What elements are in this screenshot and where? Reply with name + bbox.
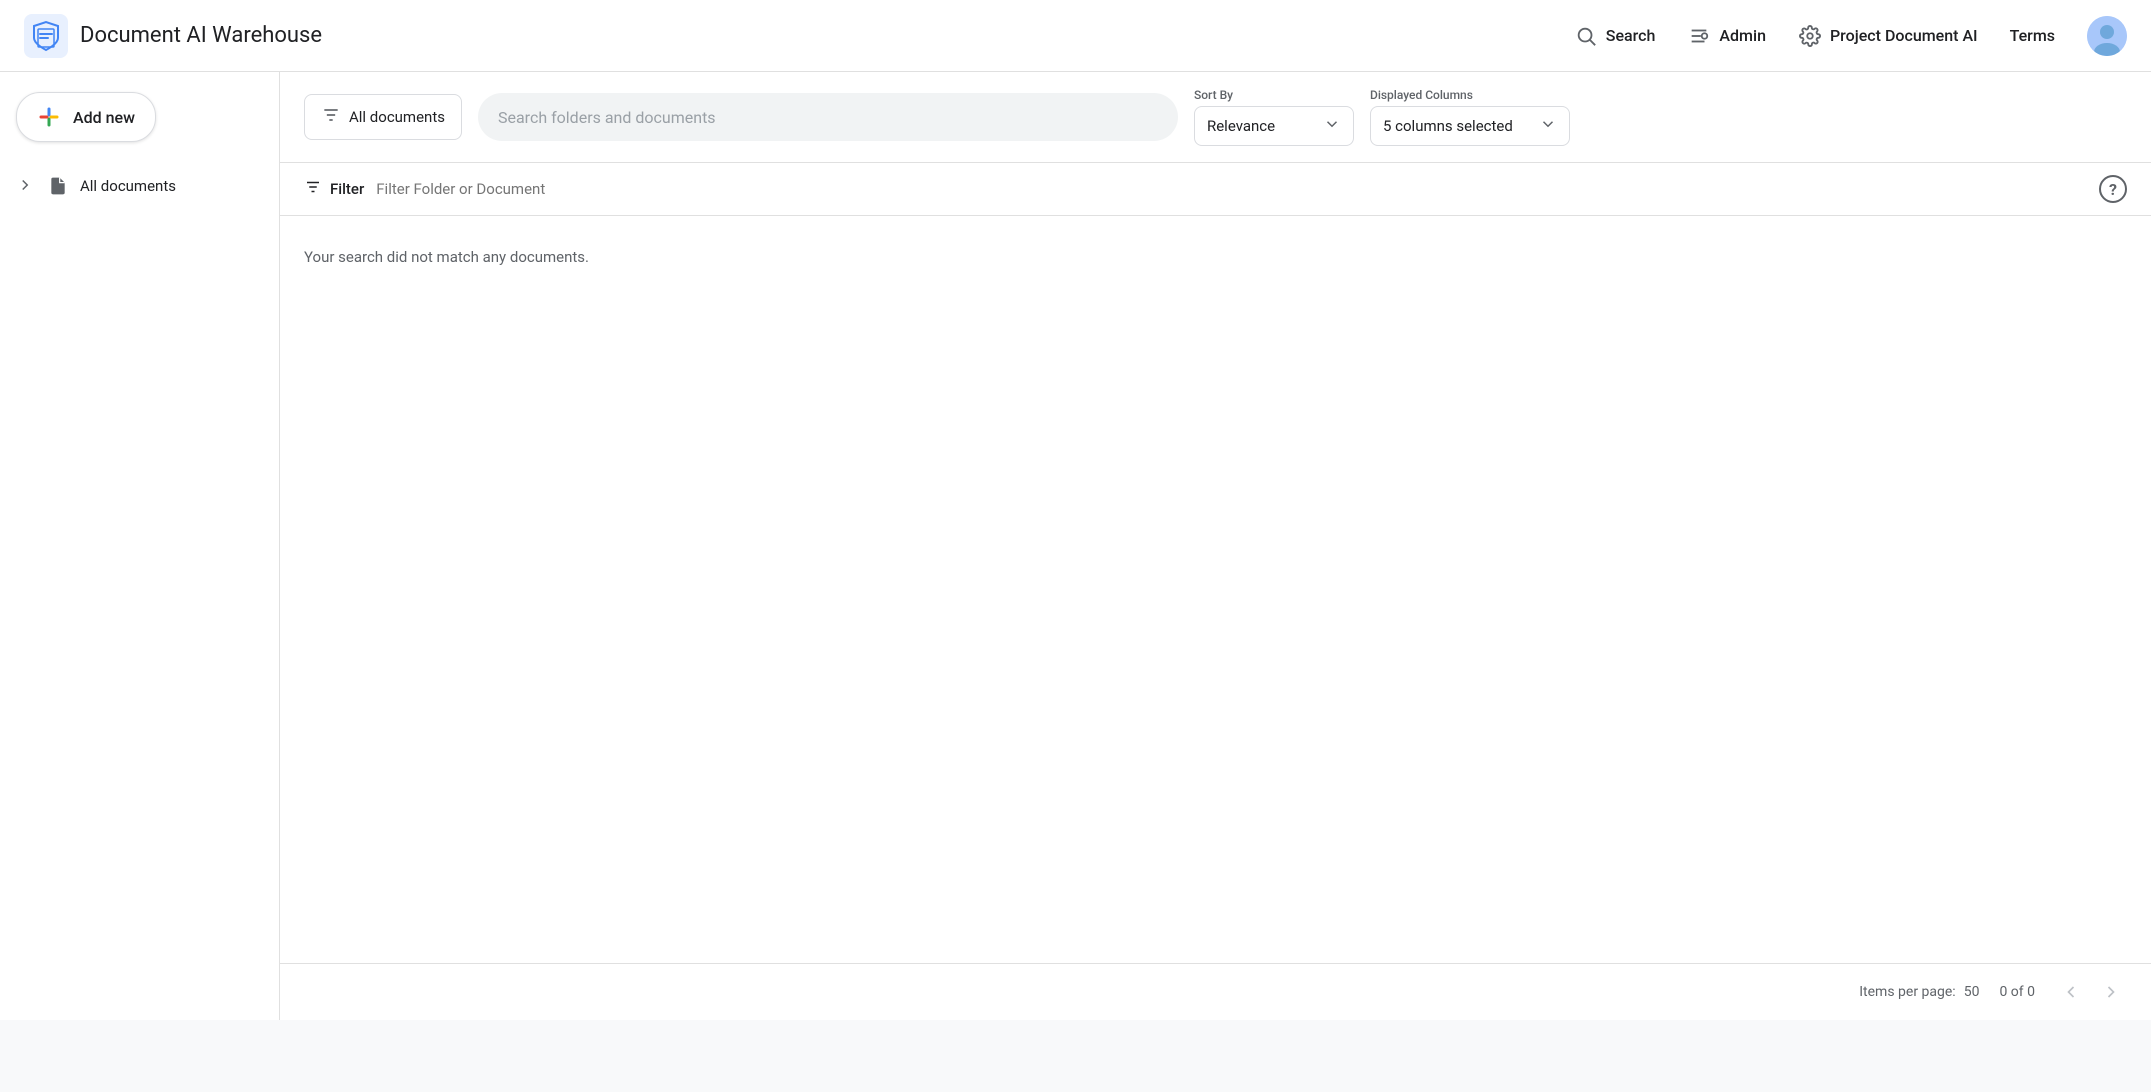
items-per-page-label: Items per page: <box>1859 984 1955 1000</box>
add-new-button[interactable]: Add new <box>16 92 156 142</box>
app-logo-icon <box>24 14 68 58</box>
chevron-right-icon <box>16 176 36 196</box>
pagination-nav <box>2055 976 2127 1008</box>
add-new-label: Add new <box>73 108 135 127</box>
sidebar-all-documents-label: All documents <box>80 177 176 195</box>
top-nav: Document AI Warehouse Search Admin <box>0 0 2151 72</box>
chevron-down-icon-2 <box>1539 115 1557 137</box>
search-nav-item[interactable]: Search <box>1574 24 1656 48</box>
sort-by-value: Relevance <box>1207 117 1275 135</box>
displayed-columns-select[interactable]: 5 columns selected <box>1370 106 1570 146</box>
project-nav-label: Project Document AI <box>1830 26 1978 45</box>
avatar[interactable] <box>2087 16 2127 56</box>
admin-nav-icon <box>1687 24 1711 48</box>
empty-state: Your search did not match any documents. <box>280 216 2151 963</box>
chevron-down-icon <box>1323 115 1341 137</box>
pagination-count: 0 of 0 <box>1999 984 2035 1000</box>
settings-nav-icon <box>1798 24 1822 48</box>
sort-by-select[interactable]: Relevance <box>1194 106 1354 146</box>
app-title: Document AI Warehouse <box>80 23 322 48</box>
displayed-columns-label: Displayed Columns <box>1370 88 1570 102</box>
filter-icon <box>304 178 322 200</box>
help-icon[interactable]: ? <box>2099 175 2127 203</box>
search-input-wrapper <box>478 93 1178 141</box>
items-per-page-value: 50 <box>1964 984 1980 1000</box>
pagination-next-button[interactable] <box>2095 976 2127 1008</box>
all-documents-filter-button[interactable]: All documents <box>304 94 462 140</box>
pagination-bar: Items per page: 50 0 of 0 <box>280 963 2151 1020</box>
filter-label: Filter <box>330 180 364 198</box>
terms-nav-label: Terms <box>2010 26 2055 45</box>
search-nav-icon <box>1574 24 1598 48</box>
sidebar-item-all-documents[interactable]: All documents <box>0 166 263 206</box>
admin-nav-item[interactable]: Admin <box>1687 24 1766 48</box>
filter-list-icon <box>321 105 341 129</box>
main-content: All documents Sort By Relevance Display <box>280 72 2151 1020</box>
terms-nav-item[interactable]: Terms <box>2010 26 2055 45</box>
displayed-columns-wrapper: Displayed Columns 5 columns selected <box>1370 88 1570 146</box>
app-layout: Add new All documents <box>0 72 2151 1020</box>
search-nav-label: Search <box>1606 26 1656 45</box>
filter-button[interactable]: Filter <box>304 178 364 200</box>
sidebar: Add new All documents <box>0 72 280 1020</box>
sort-by-label: Sort By <box>1194 88 1354 102</box>
plus-icon <box>37 105 61 129</box>
filter-bar: Filter ? <box>280 163 2151 216</box>
items-per-page: Items per page: 50 <box>1859 984 1979 1000</box>
search-bar-area: All documents Sort By Relevance Display <box>280 72 2151 163</box>
sort-by-wrapper: Sort By Relevance <box>1194 88 1354 146</box>
project-nav-item[interactable]: Project Document AI <box>1798 24 1978 48</box>
filter-input[interactable] <box>376 180 2087 198</box>
nav-actions: Search Admin Project Document AI <box>1574 16 2127 56</box>
document-icon <box>48 176 68 196</box>
empty-message: Your search did not match any documents. <box>304 248 589 266</box>
all-documents-filter-label: All documents <box>349 108 445 126</box>
pagination-prev-button[interactable] <box>2055 976 2087 1008</box>
admin-nav-label: Admin <box>1719 26 1766 45</box>
search-input[interactable] <box>498 108 1158 127</box>
displayed-columns-value: 5 columns selected <box>1383 117 1513 135</box>
nav-logo: Document AI Warehouse <box>24 14 322 58</box>
